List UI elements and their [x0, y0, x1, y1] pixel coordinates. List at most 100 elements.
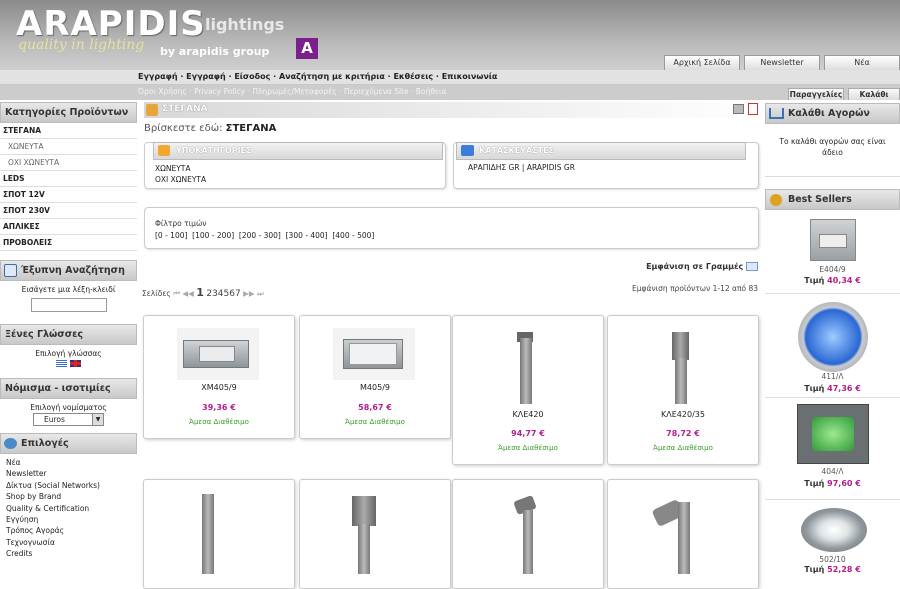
page-numbers[interactable]: 234567	[206, 289, 240, 299]
manufacturers-links[interactable]: ΑΡΑΠΙΔΗΣ GR | ARAPIDIS GR	[468, 163, 575, 172]
category-item-wall[interactable]: ΑΠΛΙΚΕΣ	[0, 219, 137, 235]
view-rows-label: Εμφάνιση σε Γραμμές	[646, 262, 744, 271]
manufacturers-title: ΚΑΤΑΣΚΕΥΑΣΤΕΣ	[479, 146, 555, 155]
nav-exhibitions[interactable]: Εκθέσεις	[393, 72, 433, 81]
product-image[interactable]	[333, 328, 415, 380]
product-image[interactable]	[352, 496, 376, 526]
product-image[interactable]	[648, 328, 714, 406]
product-card[interactable]	[143, 479, 295, 589]
first-page-icon[interactable]: ⏮	[173, 289, 180, 298]
nav-payments[interactable]: Πληρωμές/Μεταφορές	[252, 87, 336, 96]
option-how-to-buy[interactable]: Τρόπος Αγοράς	[6, 525, 137, 536]
languages-title: Ξένες Γλώσσες	[0, 324, 137, 345]
product-name[interactable]: XM405/9	[144, 383, 294, 392]
nav-contact[interactable]: Επικοινωνία	[442, 72, 498, 81]
category-item-spot12[interactable]: ΣΠΟΤ 12V	[0, 187, 137, 203]
product-card[interactable]: XM405/9 39,36 € Άμεσα Διαθέσιμο	[143, 315, 295, 439]
product-image[interactable]	[177, 328, 259, 380]
product-image[interactable]	[798, 302, 868, 372]
option-credits[interactable]: Credits	[6, 548, 137, 559]
product-image[interactable]	[797, 404, 869, 464]
uk-flag-icon[interactable]	[69, 360, 81, 367]
product-image[interactable]	[493, 328, 559, 406]
subcategory-not-recessed[interactable]: ΟΧΙ ΧΩΝΕΥΤΑ	[155, 174, 206, 185]
view-toggle[interactable]: Εμφάνιση σε Γραμμές	[646, 262, 758, 271]
option-knowhow[interactable]: Τεχνογνωσία	[6, 537, 137, 548]
nav-register-1[interactable]: Εγγραφή	[138, 72, 178, 81]
option-social[interactable]: Δίκτυα (Social Networks)	[6, 480, 137, 491]
nav-privacy[interactable]: Privacy Policy	[194, 87, 245, 96]
next-page-icon[interactable]: ▶▶	[243, 289, 255, 298]
bestseller-item[interactable]: E404/9 Τιμή 40,34 €	[765, 210, 900, 294]
languages-label: Επιλογή γλώσσας	[35, 349, 102, 358]
top-tabs: Αρχική Σελίδα Newsletter Νέα	[660, 55, 900, 70]
nav-register-2[interactable]: Εγγραφή	[186, 72, 226, 81]
product-availability: Άμεσα Διαθέσιμο	[653, 444, 713, 452]
manufacturers-header: ΚΑΤΑΣΚΕΥΑΣΤΕΣ	[456, 142, 746, 160]
tab-news[interactable]: Νέα	[824, 55, 900, 70]
prev-page-icon[interactable]: ◀◀	[182, 289, 194, 298]
bestseller-code[interactable]: 502/10	[765, 555, 900, 564]
product-availability: Άμεσα Διαθέσιμο	[498, 444, 558, 452]
product-price: 58,67 €	[358, 403, 392, 412]
subcategories-panel: ΥΠΟΚΑΤΗΓΟΡΙΕΣ ΧΩΝΕΥΤΑ ΟΧΙ ΧΩΝΕΥΤΑ	[144, 142, 446, 189]
tab-newsletter[interactable]: Newsletter	[744, 55, 820, 70]
category-item-recessed[interactable]: ΧΩΝΕΥΤΑ	[0, 139, 137, 155]
option-quality[interactable]: Quality & Certification	[6, 503, 137, 514]
tab-cart[interactable]: Καλάθι	[848, 88, 900, 100]
nav-help[interactable]: Βοήθεια	[416, 87, 447, 96]
last-page-icon[interactable]: ⏭	[257, 289, 264, 298]
site-header: ARAPIDIS lightings quality in lighting b…	[0, 0, 900, 70]
search-input[interactable]	[30, 298, 107, 312]
category-item-spot230[interactable]: ΣΠΟΤ 230V	[0, 203, 137, 219]
category-item-flood[interactable]: ΠΡΟΒΟΛΕΙΣ	[0, 235, 137, 251]
bestseller-item[interactable]: 502/10 Τιμή 52,28 €	[765, 500, 900, 580]
option-warranty[interactable]: Εγγύηση	[6, 514, 137, 525]
price-filter-ranges[interactable]: [0 - 100] [100 - 200] [200 - 300] [300 -…	[155, 231, 374, 240]
product-name[interactable]: ΚΛΕ420/35	[608, 410, 758, 419]
right-sidebar: Καλάθι Αγορών Το καλάθι αγορών σας είναι…	[765, 103, 900, 580]
pdf-icon[interactable]	[748, 103, 758, 115]
product-image[interactable]	[202, 494, 214, 574]
bestseller-code[interactable]: 411/Λ	[765, 372, 900, 381]
currency-select[interactable]: Euros ▼	[33, 413, 104, 426]
product-name[interactable]: M405/9	[300, 383, 450, 392]
category-item-steg[interactable]: ΣΤΕΓΑΝΑ	[0, 123, 137, 139]
product-image[interactable]	[801, 508, 867, 552]
breadcrumb-label: Βρίσκεστε εδώ:	[144, 123, 223, 134]
product-image[interactable]	[810, 219, 856, 261]
price-filter-label: Φίλτρο τιμών	[155, 219, 207, 228]
product-name[interactable]: ΚΛΕ420	[453, 410, 603, 419]
product-card[interactable]: ΚΛΕ420/35 78,72 € Άμεσα Διαθέσιμο	[607, 315, 759, 465]
tab-orders[interactable]: Παραγγελίες	[788, 88, 844, 100]
category-item-leds[interactable]: LEDS	[0, 171, 137, 187]
option-brand[interactable]: Shop by Brand	[6, 491, 137, 502]
chevron-down-icon[interactable]: ▼	[92, 414, 103, 425]
print-icon[interactable]	[733, 104, 744, 114]
product-availability: Άμεσα Διαθέσιμο	[345, 418, 405, 426]
options-list: Νέα Newsletter Δίκτυα (Social Networks) …	[0, 454, 137, 560]
category-item-not-recessed[interactable]: ΟΧΙ ΧΩΝΕΥΤΑ	[0, 155, 137, 171]
nav-advanced-search[interactable]: Αναζήτηση με κριτήρια	[279, 72, 385, 81]
product-card[interactable]	[607, 479, 759, 589]
bestseller-item[interactable]: 404/Λ Τιμή 97,60 €	[765, 398, 900, 500]
currency-title: Νόμισμα - ισοτιμίες	[0, 378, 137, 399]
product-card[interactable]: ΚΛΕ420 94,77 € Άμεσα Διαθέσιμο	[452, 315, 604, 465]
nav-login[interactable]: Είσοδος	[234, 72, 270, 81]
nav-sitemap[interactable]: Περιεχόμενα Site	[344, 87, 409, 96]
breadcrumb-current[interactable]: ΣΤΕΓΑΝΑ	[226, 123, 277, 134]
bestseller-code[interactable]: E404/9	[765, 265, 900, 274]
bestseller-item[interactable]: 411/Λ Τιμή 47,36 €	[765, 294, 900, 398]
greek-flag-icon[interactable]	[56, 360, 68, 367]
folder-icon	[146, 104, 158, 116]
subcategory-recessed[interactable]: ΧΩΝΕΥΤΑ	[155, 163, 206, 174]
product-card[interactable]	[299, 479, 451, 589]
option-newsletter[interactable]: Newsletter	[6, 468, 137, 479]
product-card[interactable]	[452, 479, 604, 589]
nav-terms[interactable]: Όροι Χρήσης	[138, 87, 187, 96]
bestseller-code[interactable]: 404/Λ	[765, 467, 900, 476]
product-card[interactable]: M405/9 58,67 € Άμεσα Διαθέσιμο	[299, 315, 451, 439]
price-filter-panel: Φίλτρο τιμών [0 - 100] [100 - 200] [200 …	[144, 207, 759, 249]
option-news[interactable]: Νέα	[6, 457, 137, 468]
tab-home[interactable]: Αρχική Σελίδα	[664, 55, 740, 70]
